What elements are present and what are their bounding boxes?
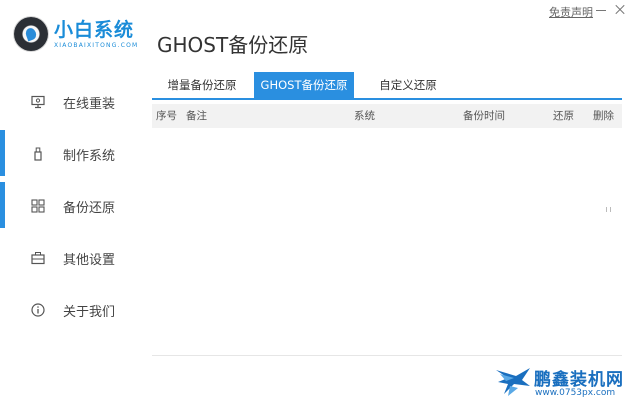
monitor-icon <box>31 94 45 109</box>
watermark-url: www.0753px.com <box>535 388 616 398</box>
logo-subtitle: XIAOBAIXITONG.COM <box>54 42 139 49</box>
logo-title: 小白系统 <box>54 19 135 41</box>
disclaimer-link[interactable]: 免责声明 <box>549 4 593 20</box>
column-header-delete: 删除 <box>593 110 614 122</box>
info-icon <box>31 302 45 317</box>
backup-list <box>152 128 622 354</box>
briefcase-icon <box>31 250 45 265</box>
close-button[interactable] <box>612 1 628 17</box>
column-header-backup-time: 备份时间 <box>463 110 505 122</box>
column-header-restore: 还原 <box>553 110 574 122</box>
sidebar: 在线重装 制作系统 备份还原 其他设置 关于我们 <box>0 76 140 336</box>
column-header-system: 系统 <box>354 110 375 122</box>
sidebar-item-label: 制作系统 <box>63 149 116 164</box>
active-indicator <box>0 182 5 228</box>
usb-icon <box>31 146 45 161</box>
column-header-note: 备注 <box>186 110 207 122</box>
table-bottom-divider <box>152 355 622 356</box>
tab-custom-restore[interactable]: 自定义还原 <box>358 72 458 98</box>
sidebar-item-backup-restore[interactable]: 备份还原 <box>0 182 140 228</box>
grid-icon <box>31 198 45 213</box>
resize-grip-icon <box>604 205 616 215</box>
watermark-bird-logo <box>496 368 530 396</box>
minimize-button[interactable] <box>594 1 608 17</box>
watermark: 鹏鑫装机网 www.0753px.com <box>494 360 634 402</box>
sidebar-item-other-settings[interactable]: 其他设置 <box>0 234 140 280</box>
tab-incremental-backup[interactable]: 增量备份还原 <box>152 72 252 98</box>
column-header-index: 序号 <box>156 110 177 122</box>
sidebar-item-online-reinstall[interactable]: 在线重装 <box>0 78 140 124</box>
sidebar-item-make-system[interactable]: 制作系统 <box>0 130 140 176</box>
active-indicator <box>0 130 5 176</box>
sidebar-item-about-us[interactable]: 关于我们 <box>0 286 140 332</box>
tab-bar: 增量备份还原 GHOST备份还原 自定义还原 <box>152 72 622 98</box>
sidebar-item-label: 在线重装 <box>63 97 116 112</box>
table-header: 序号 备注 系统 备份时间 还原 删除 <box>152 104 622 128</box>
tab-underline <box>152 98 622 100</box>
sidebar-item-label: 其他设置 <box>63 253 116 268</box>
watermark-text: 鹏鑫装机网 <box>534 370 624 390</box>
sidebar-item-label: 备份还原 <box>63 201 116 216</box>
tab-ghost-backup[interactable]: GHOST备份还原 <box>254 72 354 98</box>
sidebar-item-label: 关于我们 <box>63 305 116 320</box>
logo-badge-icon <box>14 17 48 51</box>
page-title: GHOST备份还原 <box>157 33 309 57</box>
app-logo: 小白系统 XIAOBAIXITONG.COM <box>14 14 144 54</box>
